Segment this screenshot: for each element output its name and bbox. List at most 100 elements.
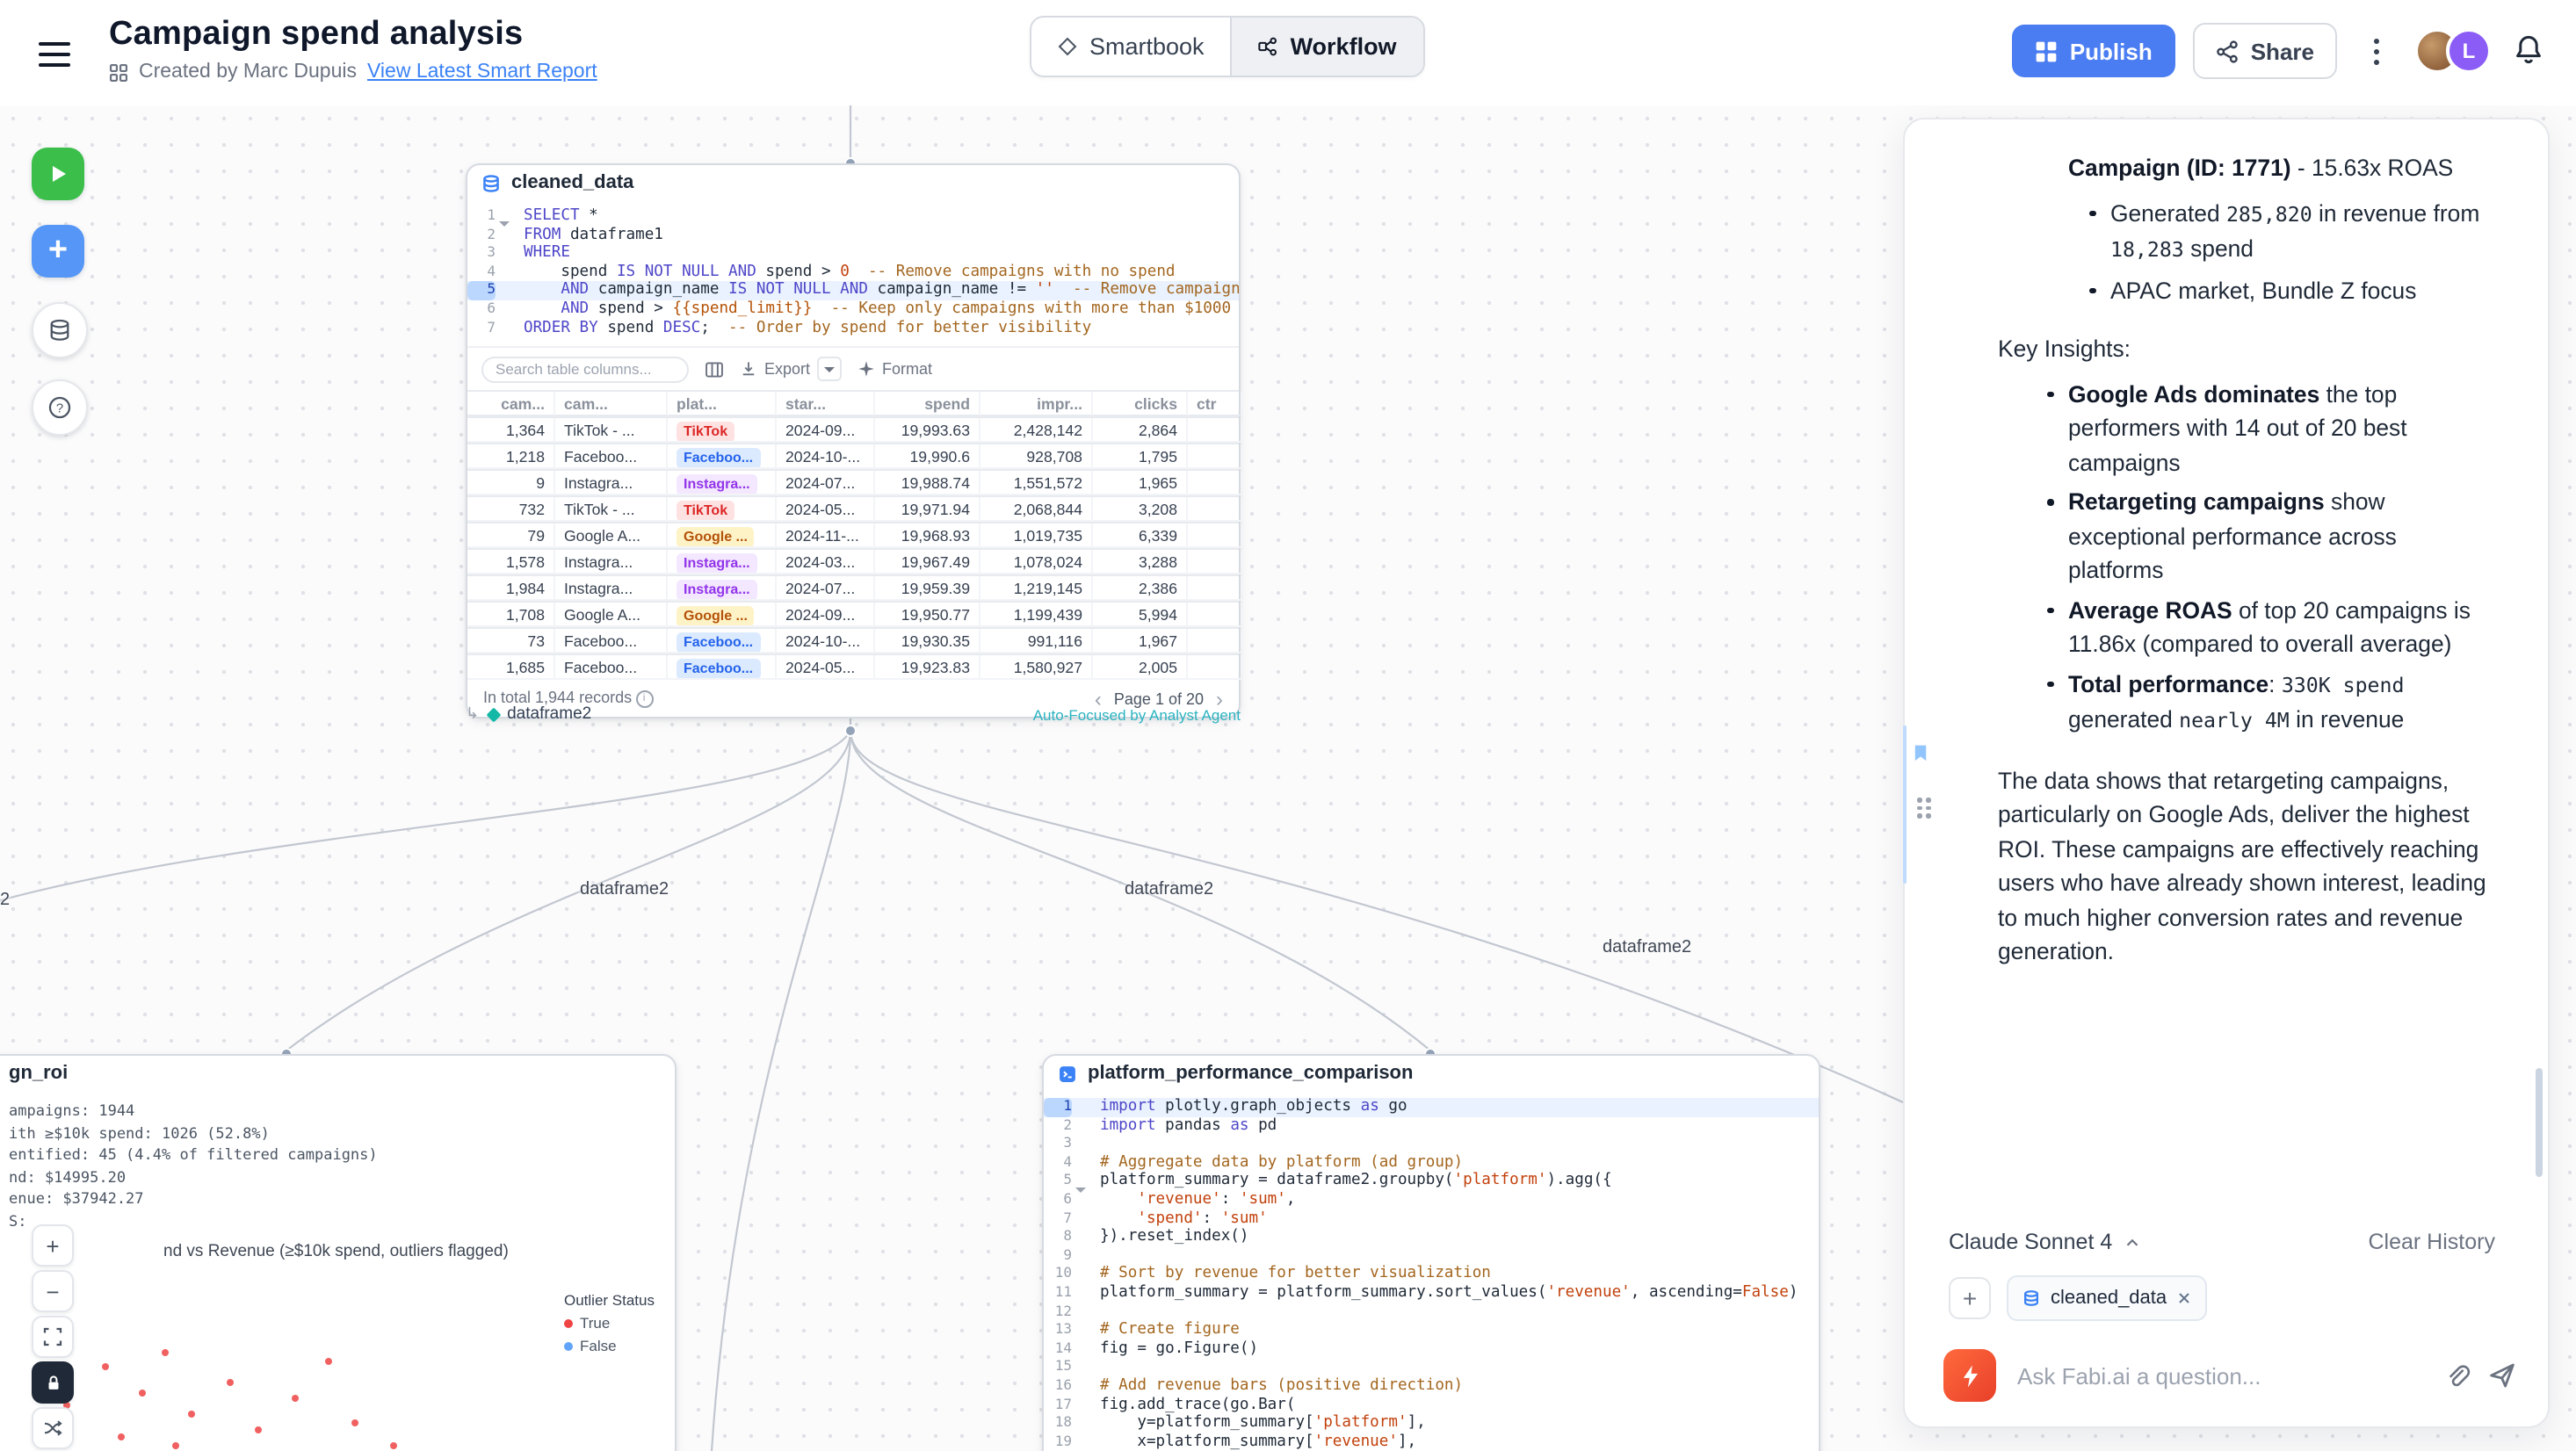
- code-token: spend: [598, 319, 663, 336]
- columns-toggle-icon[interactable]: [705, 359, 724, 379]
- view-latest-report-link[interactable]: View Latest Smart Report: [367, 61, 597, 83]
- add-cell-button[interactable]: +: [32, 225, 84, 278]
- table-cell: Google A...: [555, 603, 668, 627]
- context-chip-label: cleaned_data: [2051, 1288, 2167, 1309]
- code-line[interactable]: 1import plotly.graph_objects as go: [1044, 1098, 1819, 1116]
- code-line[interactable]: 4# Aggregate data by platform (ad group): [1044, 1154, 1819, 1173]
- share-button[interactable]: Share: [2193, 23, 2337, 79]
- avatar-letter[interactable]: L: [2446, 28, 2492, 74]
- sql-editor[interactable]: 1SELECT *2FROM dataframe13WHERE4 spend I…: [467, 200, 1239, 346]
- tab-workflow[interactable]: Workflow: [1233, 18, 1423, 76]
- export-chevron-icon[interactable]: [817, 357, 842, 381]
- code-line[interactable]: 11platform_summary = platform_summary.so…: [1044, 1284, 1819, 1303]
- python-editor[interactable]: 1import plotly.graph_objects as go2impor…: [1044, 1091, 1819, 1451]
- run-workflow-button[interactable]: [32, 148, 84, 200]
- code-line[interactable]: 3: [1044, 1135, 1819, 1153]
- more-options-button[interactable]: [2355, 26, 2397, 76]
- node-header[interactable]: platform_performance_comparison: [1044, 1056, 1819, 1091]
- data-sources-button[interactable]: [32, 302, 88, 358]
- table-row[interactable]: 1,708Google A...Google ...2024-09...19,9…: [467, 601, 1239, 627]
- table-row[interactable]: 9Instagra...Instagra...2024-07...19,988.…: [467, 469, 1239, 495]
- code-line[interactable]: 13# Create figure: [1044, 1321, 1819, 1339]
- column-header[interactable]: cam...: [467, 392, 555, 416]
- code-line[interactable]: 14fig = go.Figure(): [1044, 1339, 1819, 1358]
- code-token: platform_summary = platform_summary.sort…: [1100, 1284, 1546, 1302]
- column-header[interactable]: clicks: [1093, 392, 1188, 416]
- table-row[interactable]: 732TikTok - ...TikTok2024-05...19,971.94…: [467, 495, 1239, 522]
- format-button[interactable]: Format: [857, 360, 932, 378]
- column-header[interactable]: ctr: [1188, 392, 1242, 416]
- lock-button[interactable]: [32, 1361, 74, 1404]
- notifications-bell-icon[interactable]: [2509, 32, 2548, 70]
- code-line[interactable]: 16# Add revenue bars (positive direction…: [1044, 1377, 1819, 1396]
- code-token: campaign_name: [589, 282, 728, 300]
- code-line[interactable]: 9: [1044, 1247, 1819, 1266]
- tab-smartbook[interactable]: Smartbook: [1031, 18, 1231, 76]
- node-platform-performance[interactable]: platform_performance_comparison 1import …: [1042, 1054, 1820, 1451]
- table-row[interactable]: 79Google A...Google ...2024-11-...19,968…: [467, 522, 1239, 548]
- table-row[interactable]: 1,364TikTok - ...TikTok2024-09...19,993.…: [467, 416, 1239, 443]
- code-line[interactable]: 5platform_summary = dataframe2.groupby('…: [1044, 1173, 1819, 1191]
- code-line[interactable]: 1SELECT *: [467, 207, 1239, 226]
- node-cleaned-data[interactable]: cleaned_data 1SELECT *2FROM dataframe13W…: [466, 163, 1241, 718]
- node-campaign-roi[interactable]: gn_roi ampaigns: 1944ith ≥$10k spend: 10…: [0, 1054, 677, 1451]
- column-header[interactable]: star...: [777, 392, 875, 416]
- column-header[interactable]: plat...: [668, 392, 777, 416]
- code-line[interactable]: 19 x=platform_summary['revenue'],: [1044, 1433, 1819, 1451]
- fit-view-button[interactable]: [32, 1316, 74, 1358]
- legend-item[interactable]: True: [564, 1314, 655, 1332]
- node-header[interactable]: gn_roi: [0, 1056, 675, 1091]
- code-line[interactable]: 10# Sort by revenue for better visualiza…: [1044, 1266, 1819, 1284]
- code-line[interactable]: 4 spend IS NOT NULL AND spend > 0 -- Rem…: [467, 263, 1239, 282]
- publish-button[interactable]: Publish: [2012, 25, 2175, 77]
- table-cell: [1188, 523, 1242, 548]
- send-message-icon[interactable]: [2488, 1361, 2516, 1390]
- help-button[interactable]: ?: [32, 379, 88, 436]
- closing-paragraph: The data shows that retargeting campaign…: [1998, 763, 2495, 969]
- code-line[interactable]: 2FROM dataframe1: [467, 226, 1239, 244]
- zoom-in-button[interactable]: +: [32, 1224, 74, 1267]
- panel-pin-icon[interactable]: [1912, 743, 1929, 764]
- code-line[interactable]: 7ORDER BY spend DESC; -- Order by spend …: [467, 319, 1239, 337]
- table-row[interactable]: 1,984Instagra...Instagra...2024-07...19,…: [467, 574, 1239, 601]
- clear-history-button[interactable]: Clear History: [2369, 1230, 2496, 1254]
- column-header[interactable]: impr...: [980, 392, 1093, 416]
- bolt-icon: [1957, 1362, 1983, 1389]
- attach-file-icon[interactable]: [2444, 1362, 2471, 1389]
- panel-drag-handle[interactable]: [1917, 798, 1931, 818]
- legend-item[interactable]: False: [564, 1337, 655, 1354]
- code-line[interactable]: 6 'revenue': 'sum',: [1044, 1191, 1819, 1209]
- remove-context-icon[interactable]: [2177, 1291, 2191, 1305]
- scatter-plot[interactable]: [9, 1270, 554, 1451]
- table-row[interactable]: 1,218Faceboo...Faceboo...2024-10-...19,9…: [467, 443, 1239, 469]
- scatter-point-true: [162, 1348, 169, 1355]
- code-line[interactable]: 6 AND spend > {{spend_limit}} -- Keep on…: [467, 300, 1239, 319]
- code-line[interactable]: 8}).reset_index(): [1044, 1228, 1819, 1246]
- code-line[interactable]: 17fig.add_trace(go.Bar(: [1044, 1396, 1819, 1414]
- search-columns-input[interactable]: [481, 356, 689, 382]
- output-dataframe[interactable]: ↳ dataframe2: [466, 704, 591, 724]
- add-context-button[interactable]: +: [1949, 1277, 1991, 1319]
- code-line[interactable]: 3WHERE: [467, 244, 1239, 263]
- model-selector[interactable]: Claude Sonnet 4: [1949, 1230, 2142, 1254]
- table-row[interactable]: 1,578Instagra...Instagra...2024-03...19,…: [467, 548, 1239, 574]
- panel-scrollbar[interactable]: [2536, 1068, 2543, 1177]
- code-line[interactable]: 7 'spend': 'sum': [1044, 1209, 1819, 1228]
- zoom-out-button[interactable]: −: [32, 1270, 74, 1312]
- line-number: 2: [467, 226, 496, 244]
- code-line[interactable]: 5 AND campaign_name IS NOT NULL AND camp…: [467, 282, 1239, 300]
- column-header[interactable]: cam...: [555, 392, 668, 416]
- table-row[interactable]: 73Faceboo...Faceboo...2024-10-...19,930.…: [467, 627, 1239, 653]
- node-header[interactable]: cleaned_data: [467, 165, 1239, 200]
- hamburger-menu-icon[interactable]: [39, 42, 70, 67]
- ask-question-input[interactable]: [2014, 1361, 2427, 1390]
- code-line[interactable]: 15: [1044, 1359, 1819, 1377]
- shuffle-layout-button[interactable]: [32, 1407, 74, 1449]
- export-button[interactable]: Export: [740, 357, 842, 381]
- code-line[interactable]: 2import pandas as pd: [1044, 1116, 1819, 1135]
- column-header[interactable]: spend: [875, 392, 980, 416]
- code-line[interactable]: 12: [1044, 1303, 1819, 1321]
- code-line[interactable]: 18 y=platform_summary['platform'],: [1044, 1414, 1819, 1433]
- context-chip-cleaned-data[interactable]: cleaned_data: [2007, 1275, 2207, 1321]
- table-row[interactable]: 1,685Faceboo...Faceboo...2024-05...19,92…: [467, 653, 1239, 680]
